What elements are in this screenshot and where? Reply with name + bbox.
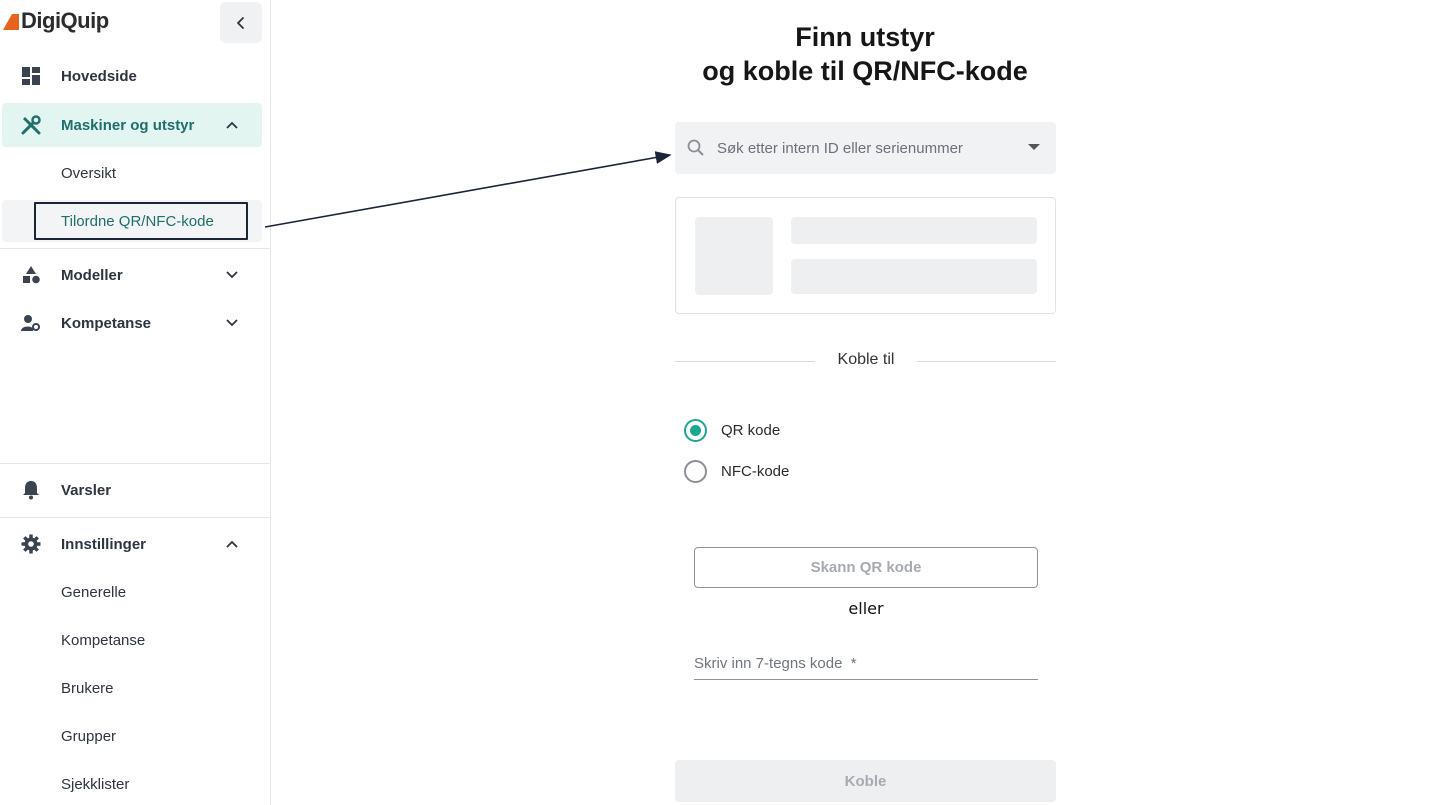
- app-logo[interactable]: DigiQuip: [0, 8, 109, 34]
- sidebar-subitem-label: Grupper: [61, 727, 117, 745]
- collapse-sidebar-button[interactable]: [220, 2, 262, 43]
- sidebar-subitem-tilordne-qr-nfc[interactable]: Tilordne QR/NFC-kode: [2, 200, 262, 242]
- sidebar-subitem-sjekklister[interactable]: Sjekklister: [2, 763, 262, 805]
- equipment-preview-skeleton: [675, 197, 1056, 314]
- logo-mark-icon: [3, 14, 19, 30]
- sidebar-subitem-label: Sjekklister: [61, 775, 130, 793]
- equipment-search[interactable]: [675, 122, 1056, 174]
- skeleton-image: [695, 217, 773, 295]
- sidebar-divider: [0, 463, 271, 464]
- tools-icon: [20, 114, 42, 136]
- radio-qr-kode[interactable]: QR kode: [684, 418, 780, 442]
- separator-line: [917, 361, 1056, 362]
- sidebar-item-modeller[interactable]: Modeller: [2, 253, 262, 297]
- user-gear-icon: [20, 312, 42, 334]
- sidebar-item-label: Maskiner og utstyr: [61, 116, 195, 134]
- page-title: Finn utstyr og koble til QR/NFC-kode: [665, 20, 1065, 88]
- sidebar-item-varsler[interactable]: Varsler: [2, 468, 262, 512]
- sidebar-item-label: Varsler: [61, 481, 112, 499]
- chevron-up-icon: [224, 536, 240, 552]
- sidebar-subitem-label: Oversikt: [61, 164, 117, 182]
- sidebar-item-label: Hovedside: [61, 67, 137, 85]
- sidebar-item-label: Modeller: [61, 266, 123, 284]
- sidebar-item-label: Kompetanse: [61, 314, 152, 332]
- sidebar-subitem-grupper[interactable]: Grupper: [2, 715, 262, 757]
- radio-nfc-kode[interactable]: NFC-kode: [684, 459, 789, 483]
- sidebar-subitem-label: Brukere: [61, 679, 114, 697]
- page-title-line1: Finn utstyr: [795, 22, 935, 52]
- separator-line: [675, 361, 815, 362]
- shapes-icon: [20, 264, 42, 286]
- sidebar: DigiQuip Hovedside Maskiner og utstyr Ov…: [0, 0, 271, 805]
- page-title-line2: og koble til QR/NFC-kode: [702, 56, 1028, 86]
- gear-icon: [20, 533, 42, 555]
- or-text: eller: [848, 599, 884, 618]
- chevron-up-icon: [224, 117, 240, 133]
- code-input[interactable]: [694, 652, 1038, 674]
- search-input[interactable]: [717, 136, 1017, 160]
- sidebar-subitem-kompetanse[interactable]: Kompetanse: [2, 619, 262, 661]
- sidebar-subitem-brukere[interactable]: Brukere: [2, 667, 262, 709]
- radio-button-checked[interactable]: [684, 418, 707, 442]
- koble-button[interactable]: Koble: [675, 760, 1056, 802]
- chevron-left-icon: [237, 16, 244, 29]
- sidebar-subitem-label: Tilordne QR/NFC-kode: [61, 212, 214, 230]
- chevron-down-icon: [224, 315, 240, 331]
- sidebar-item-label: Innstillinger: [61, 535, 147, 553]
- radio-label: NFC-kode: [721, 462, 790, 480]
- bell-icon: [20, 479, 42, 501]
- sidebar-item-maskiner-og-utstyr[interactable]: Maskiner og utstyr: [2, 103, 262, 147]
- sidebar-subitem-generelle[interactable]: Generelle: [2, 571, 262, 613]
- chevron-down-icon: [224, 267, 240, 283]
- sidebar-divider: [0, 248, 271, 249]
- scan-qr-button[interactable]: Skann QR kode: [694, 547, 1038, 588]
- sidebar-subitem-oversikt[interactable]: Oversikt: [2, 152, 262, 194]
- skeleton-line: [791, 259, 1037, 294]
- sidebar-item-kompetanse[interactable]: Kompetanse: [2, 301, 262, 345]
- skeleton-line: [791, 217, 1037, 244]
- search-icon: [687, 139, 704, 156]
- section-label: Koble til: [837, 351, 895, 368]
- radio-label: QR kode: [721, 421, 781, 439]
- dashboard-icon: [20, 65, 42, 87]
- radio-button[interactable]: [684, 459, 707, 483]
- sidebar-item-hovedside[interactable]: Hovedside: [2, 54, 262, 98]
- dropdown-arrow-icon[interactable]: [1028, 144, 1040, 150]
- sidebar-subitem-label: Kompetanse: [61, 631, 146, 649]
- sidebar-item-innstillinger[interactable]: Innstillinger: [2, 522, 262, 566]
- sidebar-subitem-label: Generelle: [61, 583, 127, 601]
- code-field[interactable]: [694, 648, 1038, 680]
- sidebar-divider: [0, 517, 271, 518]
- logo-text: DigiQuip: [21, 8, 109, 33]
